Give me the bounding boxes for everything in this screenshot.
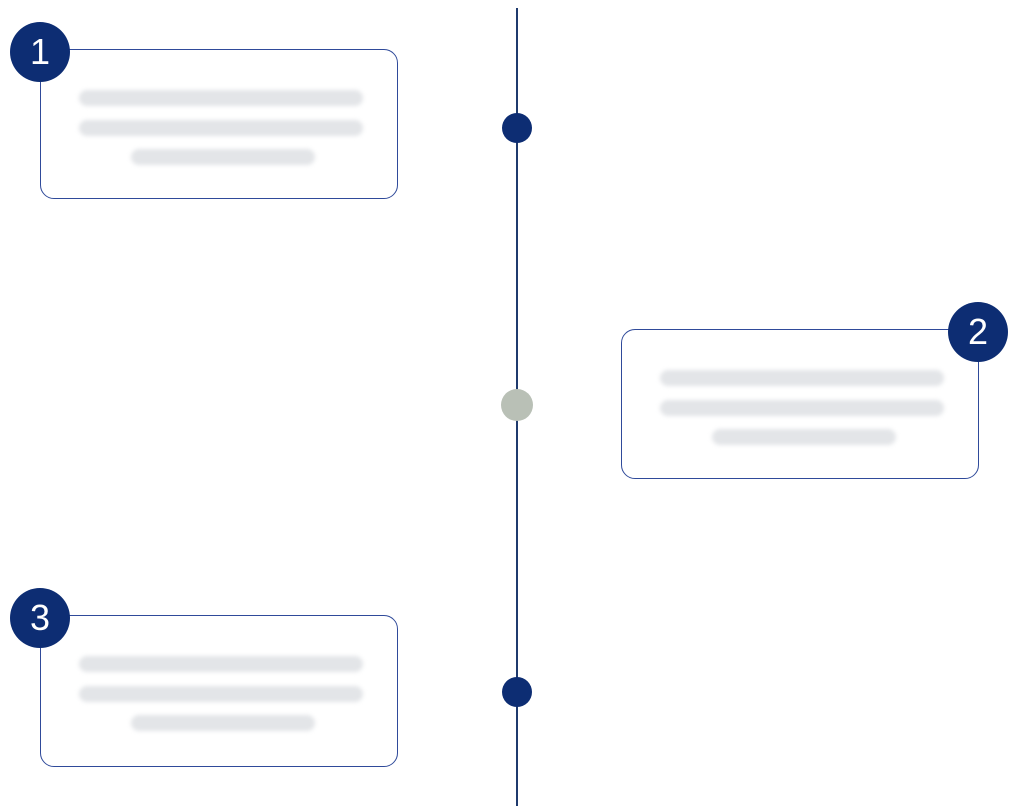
timeline-node-1 bbox=[502, 113, 532, 143]
timeline-diagram: 1 2 3 bbox=[0, 0, 1009, 806]
step-number-badge-3: 3 bbox=[10, 588, 70, 648]
placeholder-text-line bbox=[79, 120, 363, 136]
placeholder-text-line bbox=[131, 149, 315, 165]
step-number-badge-2: 2 bbox=[948, 302, 1008, 362]
placeholder-text-line bbox=[712, 429, 896, 445]
placeholder-text-line bbox=[660, 370, 944, 386]
timeline-node-2 bbox=[501, 389, 533, 421]
placeholder-text-line bbox=[131, 715, 315, 731]
timeline-card-1 bbox=[40, 49, 398, 199]
step-number-3: 3 bbox=[29, 597, 51, 638]
timeline-card-2 bbox=[621, 329, 979, 479]
placeholder-text-line bbox=[79, 656, 363, 672]
step-number-2: 2 bbox=[967, 311, 989, 352]
step-number-badge-1: 1 bbox=[10, 22, 70, 82]
timeline-node-3 bbox=[502, 677, 532, 707]
step-number-1: 1 bbox=[29, 31, 51, 72]
placeholder-text-line bbox=[660, 400, 944, 416]
placeholder-text-line bbox=[79, 686, 363, 702]
placeholder-text-line bbox=[79, 90, 363, 106]
timeline-card-3 bbox=[40, 615, 398, 767]
